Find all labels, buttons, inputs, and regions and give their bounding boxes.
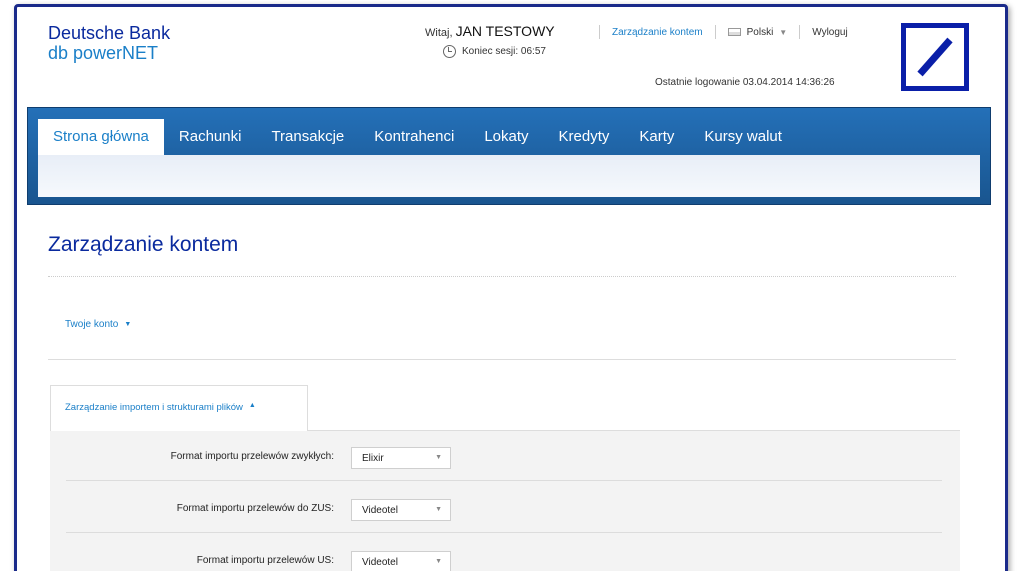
last-login-info: Ostatnie logowanie 03.04.2014 14:36:26	[655, 77, 835, 88]
zus-transfer-format-select[interactable]: Videotel ▼	[351, 499, 451, 521]
divider	[48, 276, 956, 277]
sub-navigation-bar	[38, 155, 980, 197]
logo-slash-icon	[917, 37, 953, 77]
field-label: Format importu przelewów zwykłych:	[170, 451, 334, 462]
tab-transactions[interactable]: Transakcje	[256, 119, 359, 155]
logout-link[interactable]: Wyloguj	[812, 27, 847, 38]
tab-cards[interactable]: Karty	[624, 119, 689, 155]
welcome-prefix: Witaj,	[425, 27, 453, 39]
deutsche-bank-logo[interactable]	[901, 23, 969, 91]
us-transfer-format-select[interactable]: Videotel ▼	[351, 551, 451, 571]
select-value: Videotel	[362, 505, 398, 516]
tab-home[interactable]: Strona główna	[38, 119, 164, 155]
select-value: Videotel	[362, 557, 398, 568]
divider	[799, 25, 801, 39]
field-label: Format importu przelewów do ZUS:	[176, 503, 334, 514]
your-account-label: Twoje konto	[65, 319, 119, 330]
page-title: Zarządzanie kontem	[48, 233, 239, 256]
select-value: Elixir	[362, 453, 384, 464]
chevron-down-icon: ▼	[435, 454, 442, 461]
top-navigation: Zarządzanie kontem Polski ▼ Wyloguj	[587, 25, 848, 39]
chevron-down-icon: ▼	[779, 27, 788, 37]
chevron-down-icon: ▼	[124, 321, 132, 328]
tab-contractors[interactable]: Kontrahenci	[359, 119, 469, 155]
manage-account-link[interactable]: Zarządzanie kontem	[612, 27, 703, 38]
brand-name[interactable]: Deutsche Bank db powerNET	[48, 23, 170, 63]
browser-frame: Deutsche Bank db powerNET Witaj, JAN TES…	[14, 4, 1008, 571]
form-row: Format importu przelewów US: Videotel ▼	[66, 535, 942, 571]
divider	[599, 25, 600, 39]
standard-transfer-format-select[interactable]: Elixir ▼	[351, 447, 451, 469]
section-tab-import-management[interactable]: Zarządzanie importem i strukturami plikó…	[50, 385, 308, 431]
your-account-dropdown[interactable]: Twoje konto ▼	[65, 319, 131, 330]
divider	[714, 25, 716, 39]
brand-line-2: db powerNET	[48, 43, 159, 63]
session-timer: Koniec sesji: 06:57	[443, 45, 546, 58]
tab-deposits[interactable]: Lokaty	[469, 119, 543, 155]
flag-icon	[727, 28, 741, 36]
chevron-up-icon: ▲	[248, 402, 256, 409]
field-label: Format importu przelewów US:	[196, 555, 334, 566]
welcome-text: Witaj, JAN TESTOWY	[425, 23, 555, 39]
form-row: Format importu przelewów zwykłych: Elixi…	[66, 431, 942, 481]
chevron-down-icon: ▼	[435, 506, 442, 513]
section-tab-label: Zarządzanie importem i strukturami plikó…	[65, 402, 243, 413]
session-label: Koniec sesji: 06:57	[462, 46, 546, 57]
nav-tabs: Strona główna Rachunki Transakcje Kontra…	[38, 119, 797, 155]
form-row: Format importu przelewów do ZUS: Videote…	[66, 483, 942, 533]
tab-exchange-rates[interactable]: Kursy walut	[689, 119, 797, 155]
alarm-clock-icon	[443, 45, 456, 58]
main-navigation: Strona główna Rachunki Transakcje Kontra…	[27, 107, 991, 205]
import-settings-panel: Format importu przelewów zwykłych: Elixi…	[50, 430, 960, 571]
divider	[48, 359, 956, 360]
language-selector[interactable]: Polski ▼	[727, 26, 788, 38]
tab-accounts[interactable]: Rachunki	[164, 119, 257, 155]
tab-loans[interactable]: Kredyty	[544, 119, 625, 155]
chevron-down-icon: ▼	[435, 558, 442, 565]
language-label: Polski	[746, 26, 774, 38]
user-name: JAN TESTOWY	[455, 23, 555, 39]
brand-line-1: Deutsche Bank	[48, 23, 171, 43]
